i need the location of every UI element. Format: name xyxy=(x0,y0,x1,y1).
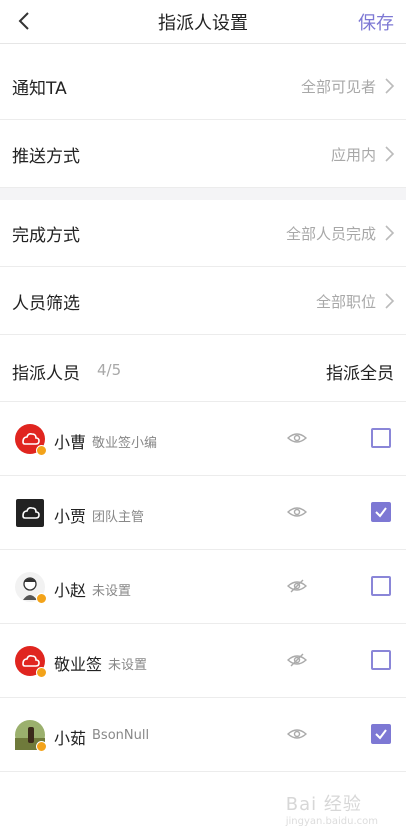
setting-row-completion[interactable]: 完成方式 全部人员完成 xyxy=(0,200,406,267)
chevron-right-icon xyxy=(385,225,395,241)
member-name: 敬业签 xyxy=(54,655,103,674)
member-checkbox[interactable] xyxy=(371,650,391,670)
setting-value: 应用内 xyxy=(330,145,376,164)
setting-row-notify[interactable]: 通知TA 全部可见者 xyxy=(0,53,406,120)
assign-count: 4/5 xyxy=(97,361,122,379)
eye-icon[interactable] xyxy=(287,430,307,446)
member-role: BsonNull xyxy=(92,728,150,743)
member-row: 小贾 团队主管 xyxy=(0,476,406,550)
setting-value: 全部人员完成 xyxy=(285,224,376,243)
verified-badge-icon xyxy=(36,667,47,678)
nav-bar: 指派人设置 保存 xyxy=(0,0,406,44)
watermark-sub: jingyan.baidu.com xyxy=(285,816,378,827)
member-checkbox[interactable] xyxy=(371,724,391,744)
chevron-right-icon xyxy=(385,146,395,162)
setting-row-push[interactable]: 推送方式 应用内 xyxy=(0,121,406,188)
member-role: 团队主管 xyxy=(92,510,145,525)
chevron-right-icon xyxy=(385,293,395,309)
member-checkbox[interactable] xyxy=(371,428,391,448)
dark-cloud-avatar-icon xyxy=(16,499,44,527)
baidu-watermark: Bai 经验 jingyan.baidu.com xyxy=(286,790,378,827)
verified-badge-icon xyxy=(36,445,47,456)
member-role: 敬业签小编 xyxy=(92,436,158,451)
assign-header: 指派人员 4/5 指派全员 xyxy=(0,335,406,402)
eye-off-icon[interactable] xyxy=(287,578,307,594)
setting-row-filter[interactable]: 人员筛选 全部职位 xyxy=(0,268,406,335)
member-checkbox[interactable] xyxy=(371,576,391,596)
setting-label: 人员筛选 xyxy=(12,293,80,314)
chevron-right-icon xyxy=(385,78,395,94)
section-divider xyxy=(0,188,406,200)
setting-value: 全部职位 xyxy=(315,292,376,311)
checkmark-icon xyxy=(375,507,387,518)
page-title: 指派人设置 xyxy=(158,13,248,34)
eye-off-icon[interactable] xyxy=(287,652,307,668)
eye-icon[interactable] xyxy=(287,726,307,742)
eye-icon[interactable] xyxy=(287,504,307,520)
member-row: 小赵 未设置 xyxy=(0,550,406,624)
setting-label: 完成方式 xyxy=(12,225,80,246)
setting-label: 通知TA xyxy=(12,78,67,99)
member-row: 小茹 BsonNull xyxy=(0,698,406,772)
member-row: 敬业签 未设置 xyxy=(0,624,406,698)
checkmark-icon xyxy=(375,729,387,740)
member-checkbox[interactable] xyxy=(371,502,391,522)
setting-value: 全部可见者 xyxy=(300,77,376,96)
member-name: 小贾 xyxy=(54,507,87,526)
member-name: 小茹 xyxy=(54,729,87,748)
member-row: 小曹 敬业签小编 xyxy=(0,402,406,476)
assign-all-button[interactable]: 指派全员 xyxy=(326,359,394,384)
verified-badge-icon xyxy=(36,593,47,604)
member-name: 小曹 xyxy=(54,433,87,452)
member-name: 小赵 xyxy=(54,581,87,600)
member-role: 未设置 xyxy=(108,658,148,673)
verified-badge-icon xyxy=(36,741,47,752)
setting-label: 推送方式 xyxy=(12,146,80,167)
watermark-text: Bai 经验 xyxy=(285,794,362,815)
assign-label: 指派人员 xyxy=(12,364,80,384)
member-role: 未设置 xyxy=(92,584,132,599)
save-button[interactable]: 保存 xyxy=(358,9,394,35)
